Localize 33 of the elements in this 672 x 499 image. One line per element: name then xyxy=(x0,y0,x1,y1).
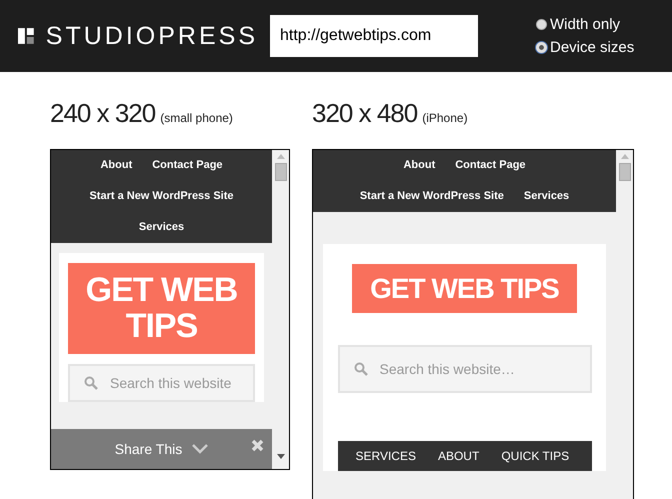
radio-icon[interactable] xyxy=(536,19,547,30)
share-label[interactable]: Share This xyxy=(114,441,182,457)
search-icon xyxy=(354,362,368,376)
nav-link[interactable]: ABOUT xyxy=(438,449,480,464)
nav-link[interactable]: Services xyxy=(524,181,570,212)
logo-icon xyxy=(18,28,34,44)
preview-size: 240 x 320 xyxy=(50,98,156,129)
chevron-down-icon[interactable] xyxy=(192,444,208,454)
nav-link[interactable]: Start a New WordPress Site xyxy=(89,181,234,212)
nav-link[interactable]: QUICK TIPS xyxy=(501,449,570,464)
nav-link[interactable]: SERVICES xyxy=(356,449,416,464)
scroll-up-icon[interactable] xyxy=(620,154,628,159)
nav-link[interactable]: Contact Page xyxy=(455,150,526,181)
scroll-down-icon[interactable] xyxy=(276,454,284,459)
site-logo-banner: GET WEB TIPS xyxy=(352,264,577,314)
nav-link[interactable]: Services xyxy=(138,212,184,243)
nav-link[interactable]: Contact Page xyxy=(152,150,223,181)
url-field[interactable]: http://getwebtips.com xyxy=(270,15,478,57)
site-logo-banner: GET WEB TIPS xyxy=(68,263,255,354)
scroll-up-icon[interactable] xyxy=(276,154,284,159)
device-label: (iPhone) xyxy=(422,111,468,125)
nav-link[interactable]: About xyxy=(403,150,436,181)
scrollbar-thumb[interactable] xyxy=(274,163,286,181)
nav-link[interactable]: About xyxy=(100,150,132,181)
search-icon xyxy=(84,376,98,390)
logo-text: STUDIOPRESS xyxy=(46,22,258,50)
nav-link[interactable]: Start a New WordPress Site xyxy=(360,181,504,212)
preview-size: 320 x 480 xyxy=(312,98,418,129)
mode-radio-option[interactable]: Device sizes xyxy=(536,39,634,56)
device-label: (small phone) xyxy=(160,111,233,125)
mode-radio-option[interactable]: Width only xyxy=(536,16,634,33)
close-button[interactable] xyxy=(251,439,264,452)
scrollbar-thumb[interactable] xyxy=(618,163,630,181)
